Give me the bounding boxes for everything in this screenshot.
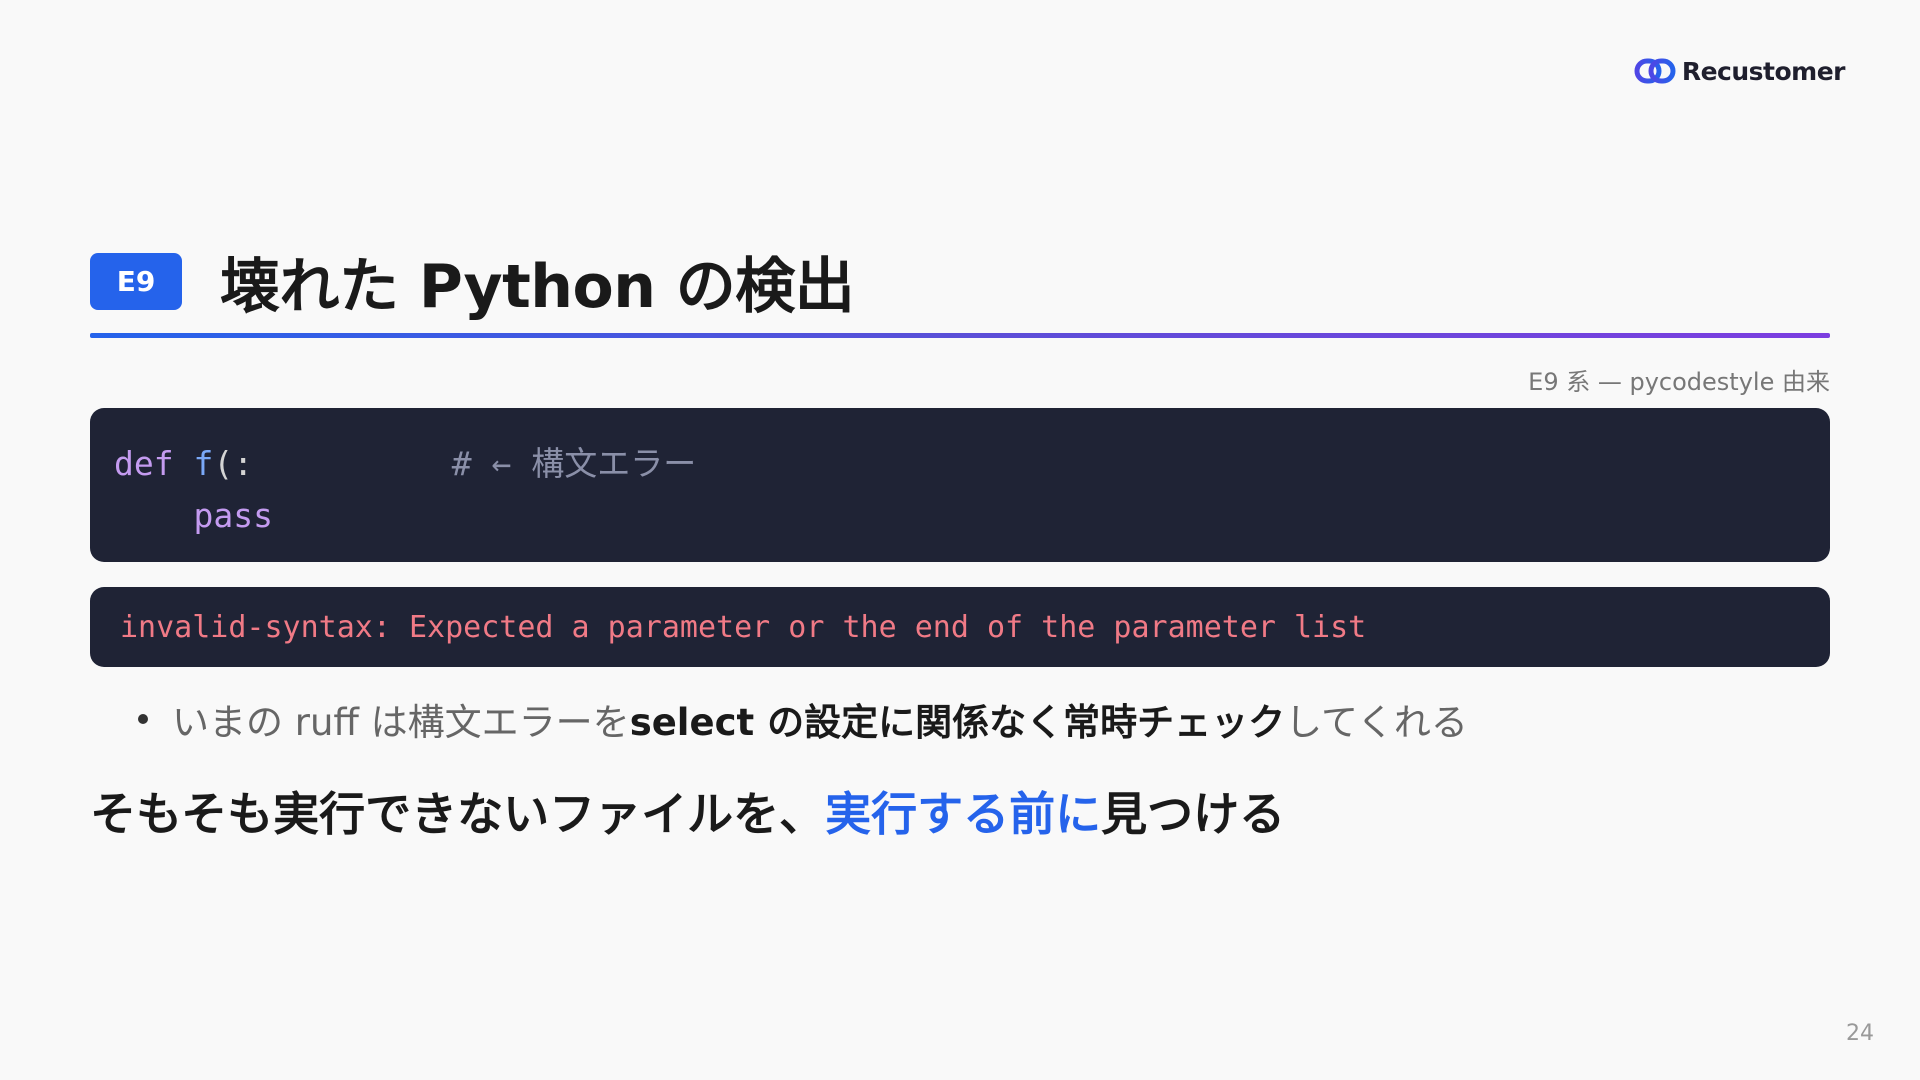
- tagline-after: 見つける: [1101, 787, 1286, 841]
- brand-name: Recustomer: [1681, 56, 1846, 86]
- tagline-before: そもそも実行できないファイルを、: [90, 787, 826, 841]
- page-number: 24: [1846, 1021, 1874, 1046]
- title-row: E9 壊れた Python の検出: [90, 238, 855, 325]
- title-divider: [90, 333, 1830, 338]
- code-line-1: def f(: # ← 構文エラー: [114, 438, 1806, 490]
- tagline: そもそも実行できないファイルを、実行する前に見つける: [90, 778, 1285, 844]
- page-title: 壊れた Python の検出: [220, 252, 855, 322]
- bullet-item: いまの ruff は構文エラーを select の設定に関係なく常時チェック して…: [138, 692, 1468, 746]
- code-line-2: pass: [114, 490, 1806, 542]
- source-note: E9 系 — pycodestyle 由来: [1528, 368, 1830, 396]
- bullet-text-after: してくれる: [1285, 701, 1468, 744]
- code-function-name: f: [193, 444, 214, 483]
- rule-code-badge: E9: [90, 253, 182, 310]
- bullet-dot-icon: [138, 714, 148, 724]
- chain-link-logo-icon: [1634, 58, 1676, 84]
- code-keyword: def: [114, 444, 174, 483]
- bullet-highlight: select の設定に関係なく常時チェック: [629, 701, 1286, 744]
- error-message: invalid-syntax: Expected a parameter or …: [120, 609, 1367, 645]
- code-comment: # ← 構文エラー: [451, 444, 697, 483]
- code-punctuation: (:: [213, 444, 254, 483]
- tagline-accent: 実行する前に: [825, 787, 1102, 841]
- error-message-block: invalid-syntax: Expected a parameter or …: [90, 587, 1830, 667]
- code-block: def f(: # ← 構文エラー pass: [90, 408, 1830, 562]
- bullet-text-before: いまの ruff は構文エラーを: [172, 701, 630, 744]
- code-keyword: pass: [193, 496, 273, 535]
- brand-logo: Recustomer: [1634, 56, 1846, 86]
